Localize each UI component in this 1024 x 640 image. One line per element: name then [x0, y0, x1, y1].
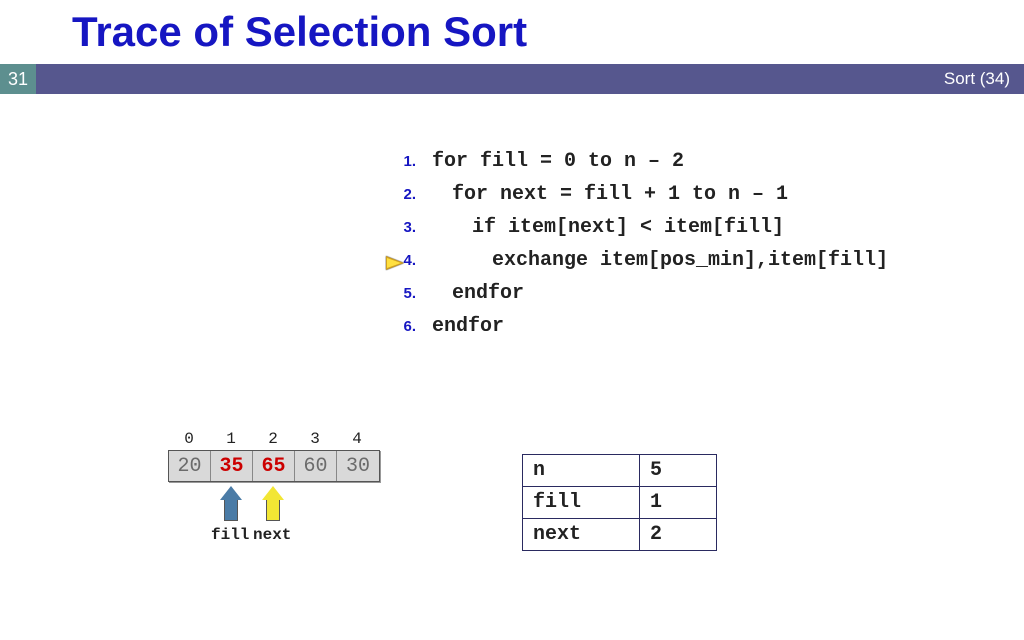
slide-number-badge: 31 — [0, 64, 36, 94]
code-line-number: 3. — [376, 219, 432, 236]
header-bar-right: Sort (34) — [944, 64, 1010, 94]
array-visualization: 01234 2035656030 fillnext — [168, 430, 380, 546]
var-name: fill — [523, 487, 640, 519]
table-row: n5 — [523, 455, 717, 487]
code-line: 5.endfor — [376, 282, 888, 305]
code-line-text: endfor — [432, 282, 524, 305]
code-line-text: for next = fill + 1 to n – 1 — [432, 183, 788, 206]
code-line-text: exchange item[pos_min],item[fill] — [432, 249, 888, 272]
var-value: 2 — [640, 519, 717, 551]
var-value: 1 — [640, 487, 717, 519]
table-row: next2 — [523, 519, 717, 551]
array-cell: 35 — [211, 451, 253, 481]
variables-table: n5fill1next2 — [522, 454, 717, 551]
code-line-number: 6. — [376, 318, 432, 335]
code-line-number: 1. — [376, 153, 432, 170]
pseudocode: 1.for fill = 0 to n – 22.for next = fill… — [376, 150, 888, 348]
array-pointer-labels: fillnext — [168, 526, 380, 546]
code-line-number: 4. — [376, 252, 432, 269]
fill-pointer-label: fill — [211, 526, 249, 544]
var-value: 5 — [640, 455, 717, 487]
code-line: 6.endfor — [376, 315, 888, 338]
array-cell: 65 — [253, 451, 295, 481]
var-name: next — [523, 519, 640, 551]
page-title: Trace of Selection Sort — [72, 8, 527, 56]
array-pointer-row — [168, 486, 380, 524]
array-index: 4 — [336, 430, 378, 448]
array-index-row: 01234 — [168, 430, 380, 448]
table-row: fill1 — [523, 487, 717, 519]
code-line-text: for fill = 0 to n – 2 — [432, 150, 684, 173]
header-bar — [0, 64, 1024, 94]
var-name: n — [523, 455, 640, 487]
code-line-number: 5. — [376, 285, 432, 302]
next-pointer-arrow-icon — [262, 486, 284, 520]
array-index: 2 — [252, 430, 294, 448]
code-line-text: if item[next] < item[fill] — [432, 216, 784, 239]
code-line: 3.if item[next] < item[fill] — [376, 216, 888, 239]
array-cell: 20 — [169, 451, 211, 481]
array-index: 3 — [294, 430, 336, 448]
array-row: 2035656030 — [168, 450, 380, 482]
fill-pointer-arrow-icon — [220, 486, 242, 520]
array-index: 0 — [168, 430, 210, 448]
code-line-text: endfor — [432, 315, 504, 338]
code-line-number: 2. — [376, 186, 432, 203]
code-line: 1.for fill = 0 to n – 2 — [376, 150, 888, 173]
array-cell: 30 — [337, 451, 379, 481]
current-line-pointer-icon — [386, 256, 404, 270]
array-cell: 60 — [295, 451, 337, 481]
array-index: 1 — [210, 430, 252, 448]
code-line: 2.for next = fill + 1 to n – 1 — [376, 183, 888, 206]
code-line: 4.exchange item[pos_min],item[fill] — [376, 249, 888, 272]
next-pointer-label: next — [253, 526, 291, 544]
